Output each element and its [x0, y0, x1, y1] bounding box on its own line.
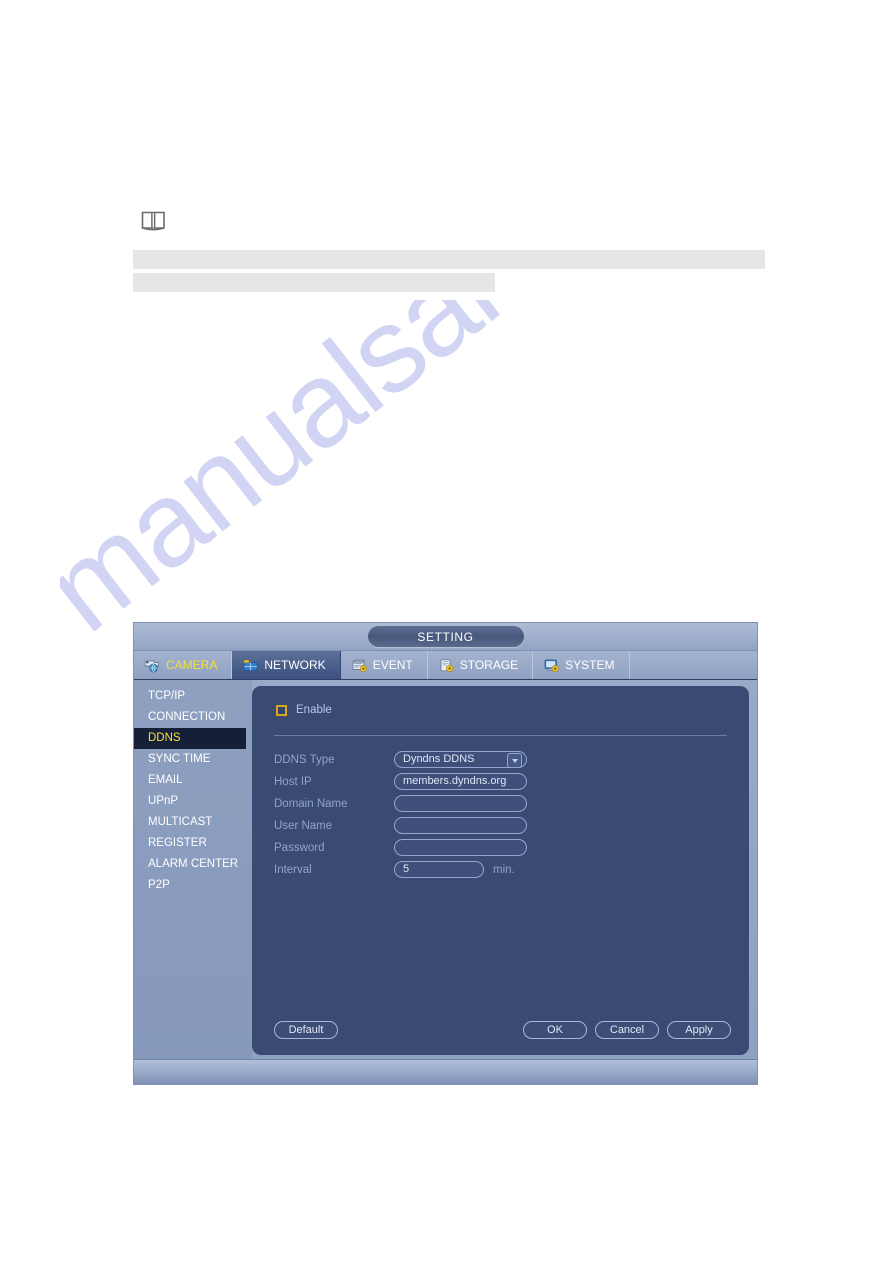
sidebar-item-connection[interactable]: CONNECTION — [134, 707, 252, 728]
dialog-title: SETTING — [367, 626, 524, 647]
sidebar-item-upnp[interactable]: UPnP — [134, 791, 252, 812]
field-row-domain-name: Domain Name — [274, 793, 527, 814]
tab-event[interactable]: EVENT — [341, 651, 428, 679]
default-button[interactable]: Default — [274, 1021, 338, 1039]
dialog-body: TCP/IP CONNECTION DDNS SYNC TIME EMAIL U… — [134, 680, 757, 1063]
redacted-text-line-2 — [133, 273, 495, 292]
section-divider — [274, 735, 727, 736]
camera-globe-icon — [144, 660, 159, 672]
dialog-footer-bar — [134, 1059, 757, 1084]
ddns-form: DDNS Type Dyndns DDNS Host IP members.dy… — [274, 749, 527, 881]
tab-label: EVENT — [372, 658, 413, 672]
host-ip-input[interactable]: members.dyndns.org — [394, 773, 527, 790]
tab-label: SYSTEM — [565, 658, 615, 672]
storage-gear-icon — [440, 658, 453, 672]
sidebar-item-multicast[interactable]: MULTICAST — [134, 812, 252, 833]
ok-button[interactable]: OK — [523, 1021, 587, 1039]
sidebar-item-p2p[interactable]: P2P — [134, 875, 252, 896]
domain-name-label: Domain Name — [274, 797, 348, 810]
tab-label: NETWORK — [264, 658, 326, 672]
field-row-ddns-type: DDNS Type Dyndns DDNS — [274, 749, 527, 770]
open-book-icon — [141, 211, 165, 231]
dialog-action-buttons: OK Cancel Apply — [523, 1021, 731, 1039]
tab-label: CAMERA — [166, 658, 218, 672]
redacted-text-line-1 — [133, 250, 765, 269]
sidebar-item-tcpip[interactable]: TCP/IP — [134, 686, 252, 707]
user-name-label: User Name — [274, 819, 333, 832]
field-row-host-ip: Host IP members.dyndns.org — [274, 771, 527, 792]
dvr-setting-window: SETTING CAMERA NETWORK EVENT STORAGE SYS… — [133, 622, 758, 1085]
password-label: Password — [274, 841, 325, 854]
interval-unit-label: min. — [493, 863, 515, 876]
field-row-interval: Interval 5 min. — [274, 859, 527, 880]
network-icon — [243, 659, 258, 671]
event-gear-icon — [351, 659, 367, 672]
watermark-text: manualsarchive.com — [60, 300, 840, 659]
tab-camera[interactable]: CAMERA — [134, 651, 233, 679]
sidebar-item-sync-time[interactable]: SYNC TIME — [134, 749, 252, 770]
enable-row[interactable]: Enable — [276, 704, 332, 716]
sidebar-item-ddns[interactable]: DDNS — [134, 728, 246, 749]
field-row-user-name: User Name — [274, 815, 527, 836]
domain-name-input[interactable] — [394, 795, 527, 812]
sidebar-item-alarm-center[interactable]: ALARM CENTER — [134, 854, 252, 875]
tab-storage[interactable]: STORAGE — [428, 651, 534, 679]
dialog-titlebar: SETTING — [134, 623, 757, 651]
password-input[interactable] — [394, 839, 527, 856]
apply-button[interactable]: Apply — [667, 1021, 731, 1039]
content-wrap: Enable DDNS Type Dyndns DDNS Host IP mem… — [252, 680, 757, 1063]
tab-system[interactable]: SYSTEM — [533, 651, 630, 679]
field-row-password: Password — [274, 837, 527, 858]
sidebar-item-email[interactable]: EMAIL — [134, 770, 252, 791]
ddns-type-select-wrap[interactable]: Dyndns DDNS — [394, 751, 527, 768]
ddns-settings-panel: Enable DDNS Type Dyndns DDNS Host IP mem… — [252, 686, 749, 1055]
ddns-type-label: DDNS Type — [274, 753, 335, 766]
tabstrip: CAMERA NETWORK EVENT STORAGE SYSTEM — [134, 651, 757, 680]
user-name-input[interactable] — [394, 817, 527, 834]
interval-input[interactable]: 5 — [394, 861, 484, 878]
tab-label: STORAGE — [459, 658, 519, 672]
document-page: manualsarchive.com SETTING CAMERA — [0, 0, 893, 1263]
tab-network[interactable]: NETWORK — [232, 651, 341, 679]
enable-label: Enable — [296, 704, 332, 716]
interval-label: Interval — [274, 863, 312, 876]
cancel-button[interactable]: Cancel — [595, 1021, 659, 1039]
chevron-down-icon[interactable] — [507, 753, 522, 768]
system-gear-icon — [544, 659, 559, 672]
host-ip-label: Host IP — [274, 775, 312, 788]
sidebar-item-register[interactable]: REGISTER — [134, 833, 252, 854]
enable-checkbox[interactable] — [276, 704, 287, 716]
sidebar-menu: TCP/IP CONNECTION DDNS SYNC TIME EMAIL U… — [134, 680, 252, 1063]
